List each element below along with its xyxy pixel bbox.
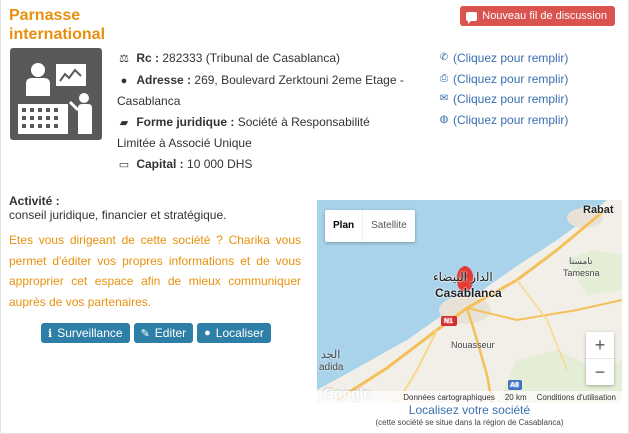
casablanca-label: Casablanca — [435, 286, 502, 300]
activity-section: Activité : conseil juridique, financier … — [9, 194, 309, 222]
el-jadida-label: adida — [319, 362, 344, 373]
info-icon: ℹ — [48, 327, 53, 340]
casablanca-arabic-label: الدار البيضاء — [433, 270, 493, 284]
globe-icon: ◍ — [439, 113, 449, 125]
company-card: Parnasse international Nouveau fil de di… — [0, 0, 629, 434]
action-buttons: ℹ Surveillance ✎ Editer ● Localiser — [41, 323, 271, 343]
pencil-icon: ✎ — [140, 327, 150, 340]
phone-icon: ✆ — [439, 52, 449, 64]
company-info: ⚖ Rc : 282333 (Tribunal de Casablanca) ●… — [117, 48, 407, 175]
consulting-illustration-icon — [18, 63, 92, 134]
surveillance-button[interactable]: ℹ Surveillance — [41, 323, 130, 343]
activity-text: conseil juridique, financier et stratégi… — [9, 208, 227, 222]
localize-button[interactable]: ● Localiser — [197, 323, 271, 343]
road-a8-label: A8 — [510, 382, 519, 389]
region-note: (cette société se situe dans la région d… — [375, 418, 564, 427]
fax-link[interactable]: (Cliquez pour remplir) — [453, 69, 568, 90]
localize-company-link[interactable]: Localisez votre société — [317, 403, 622, 417]
zoom-control: + − — [586, 332, 614, 385]
capital-row: ▭ Capital : 10 000 DHS — [117, 154, 407, 176]
email-row[interactable]: ✉ (Cliquez pour remplir) — [438, 89, 569, 110]
capital-value: 10 000 DHS — [187, 156, 253, 171]
new-thread-button[interactable]: Nouveau fil de discussion — [460, 6, 615, 26]
capital-label: Capital : — [136, 156, 184, 171]
gavel-icon: ⚖ — [119, 53, 129, 65]
map-scale: 20 km — [504, 392, 527, 402]
legal-form-row: ▰ Forme juridique : Société à Responsabi… — [117, 112, 407, 154]
company-name[interactable]: Parnasse international — [9, 6, 119, 44]
phone-link[interactable]: (Cliquez pour remplir) — [453, 48, 568, 69]
phone-row[interactable]: ✆ (Cliquez pour remplir) — [438, 48, 569, 69]
road-n1-label: N1 — [444, 318, 453, 325]
map-marker-icon: ● — [120, 74, 128, 87]
map-terms-link[interactable]: Conditions d'utilisation — [537, 393, 616, 402]
print-icon: ⎙ — [440, 72, 448, 84]
rc-label: Rc : — [136, 51, 160, 65]
contact-list: ✆ (Cliquez pour remplir) ⎙ (Cliquez pour… — [438, 48, 569, 131]
address-label: Adresse : — [136, 72, 192, 87]
localize-label: Localiser — [215, 326, 264, 340]
surveillance-label: Surveillance — [57, 326, 123, 340]
email-link[interactable]: (Cliquez pour remplir) — [453, 89, 568, 110]
map-satellite-button[interactable]: Satellite — [362, 210, 415, 242]
activity-title: Activité : — [9, 194, 60, 208]
nouasseur-label: Nouasseur — [451, 340, 495, 350]
map-footer: Données cartographiques 20 km Conditions… — [317, 391, 622, 403]
legal-form-label: Forme juridique : — [136, 114, 235, 129]
rc-row: ⚖ Rc : 282333 (Tribunal de Casablanca) — [117, 48, 407, 70]
owner-promo-text: Etes vous dirigeant de cette société ? C… — [9, 233, 301, 309]
map-marker-icon: ● — [204, 327, 211, 339]
company-logo — [10, 48, 102, 140]
tamesna-label: Tamesna — [563, 268, 600, 278]
website-link[interactable]: (Cliquez pour remplir) — [453, 110, 568, 131]
rc-value: 282333 (Tribunal de Casablanca) — [162, 51, 341, 65]
tamesna-arabic-label: تامسنا — [569, 256, 593, 266]
el-jadida-arabic-label: الجد — [321, 349, 341, 361]
edit-label: Editer — [154, 326, 187, 340]
map-data-credit[interactable]: Données cartographiques — [403, 393, 495, 402]
rabat-label: Rabat — [583, 204, 614, 216]
map-widget[interactable]: N1 A8 الدار البيضاء Casablanca Rabat تام… — [317, 200, 622, 403]
zoom-out-button[interactable]: − — [586, 359, 614, 385]
chat-bubble-icon — [466, 11, 478, 24]
edit-button[interactable]: ✎ Editer — [133, 323, 194, 343]
new-thread-label: Nouveau fil de discussion — [482, 10, 607, 22]
folder-open-icon: ▰ — [119, 116, 129, 129]
zoom-in-button[interactable]: + — [586, 332, 614, 358]
address-row: ● Adresse : 269, Boulevard Zerktouni 2em… — [117, 70, 407, 112]
envelope-icon: ✉ — [439, 93, 449, 105]
website-row[interactable]: ◍ (Cliquez pour remplir) — [438, 110, 569, 131]
money-icon: ▭ — [118, 158, 130, 171]
map-type-toggle: Plan Satellite — [325, 210, 415, 242]
map-plan-button[interactable]: Plan — [325, 210, 362, 242]
fax-row[interactable]: ⎙ (Cliquez pour remplir) — [438, 69, 568, 90]
